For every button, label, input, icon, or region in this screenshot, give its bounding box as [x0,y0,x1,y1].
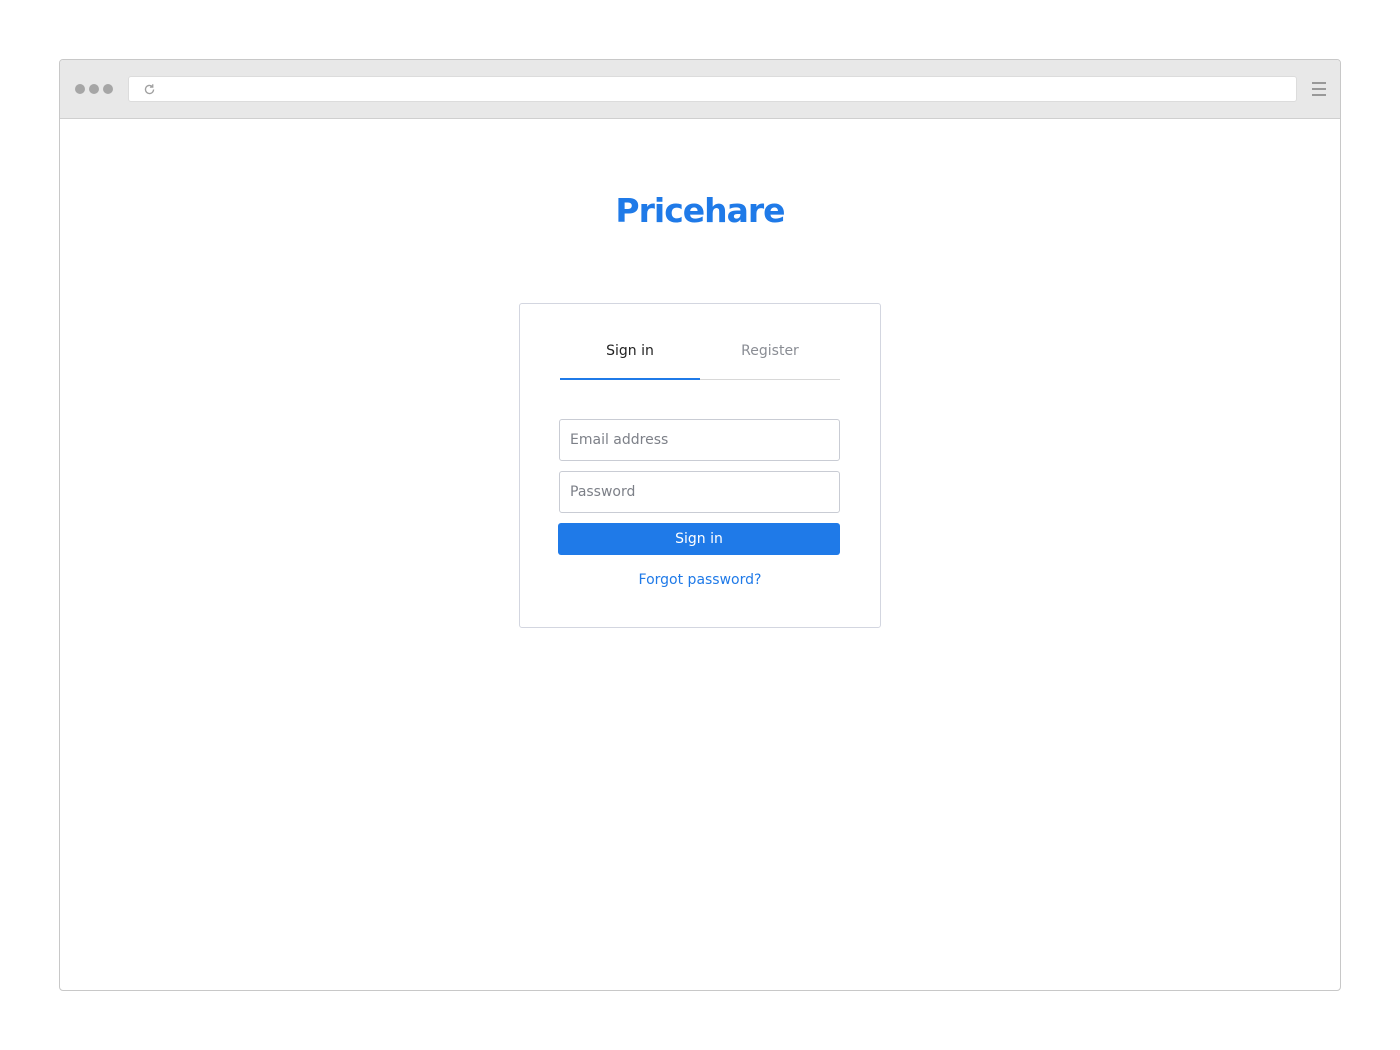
password-field[interactable] [559,471,840,513]
page-viewport: Pricehare Sign in Register Sign in Forgo… [60,119,1340,990]
auth-card: Sign in Register Sign in Forgot password… [519,303,881,628]
browser-window: Pricehare Sign in Register Sign in Forgo… [59,59,1341,991]
window-dot[interactable] [89,84,99,94]
tab-sign-in[interactable]: Sign in [560,338,700,380]
sign-in-button[interactable]: Sign in [558,523,840,555]
brand-logo[interactable]: Pricehare [60,191,1340,230]
window-controls [75,84,113,94]
hamburger-menu-icon[interactable] [1312,82,1326,96]
window-dot[interactable] [75,84,85,94]
tab-register[interactable]: Register [700,338,840,379]
browser-toolbar [60,60,1340,119]
window-dot[interactable] [103,84,113,94]
auth-tabs: Sign in Register [560,338,840,380]
address-bar[interactable] [128,76,1297,102]
email-field[interactable] [559,419,840,461]
forgot-password-link[interactable]: Forgot password? [520,572,880,588]
reload-icon[interactable] [143,83,156,96]
